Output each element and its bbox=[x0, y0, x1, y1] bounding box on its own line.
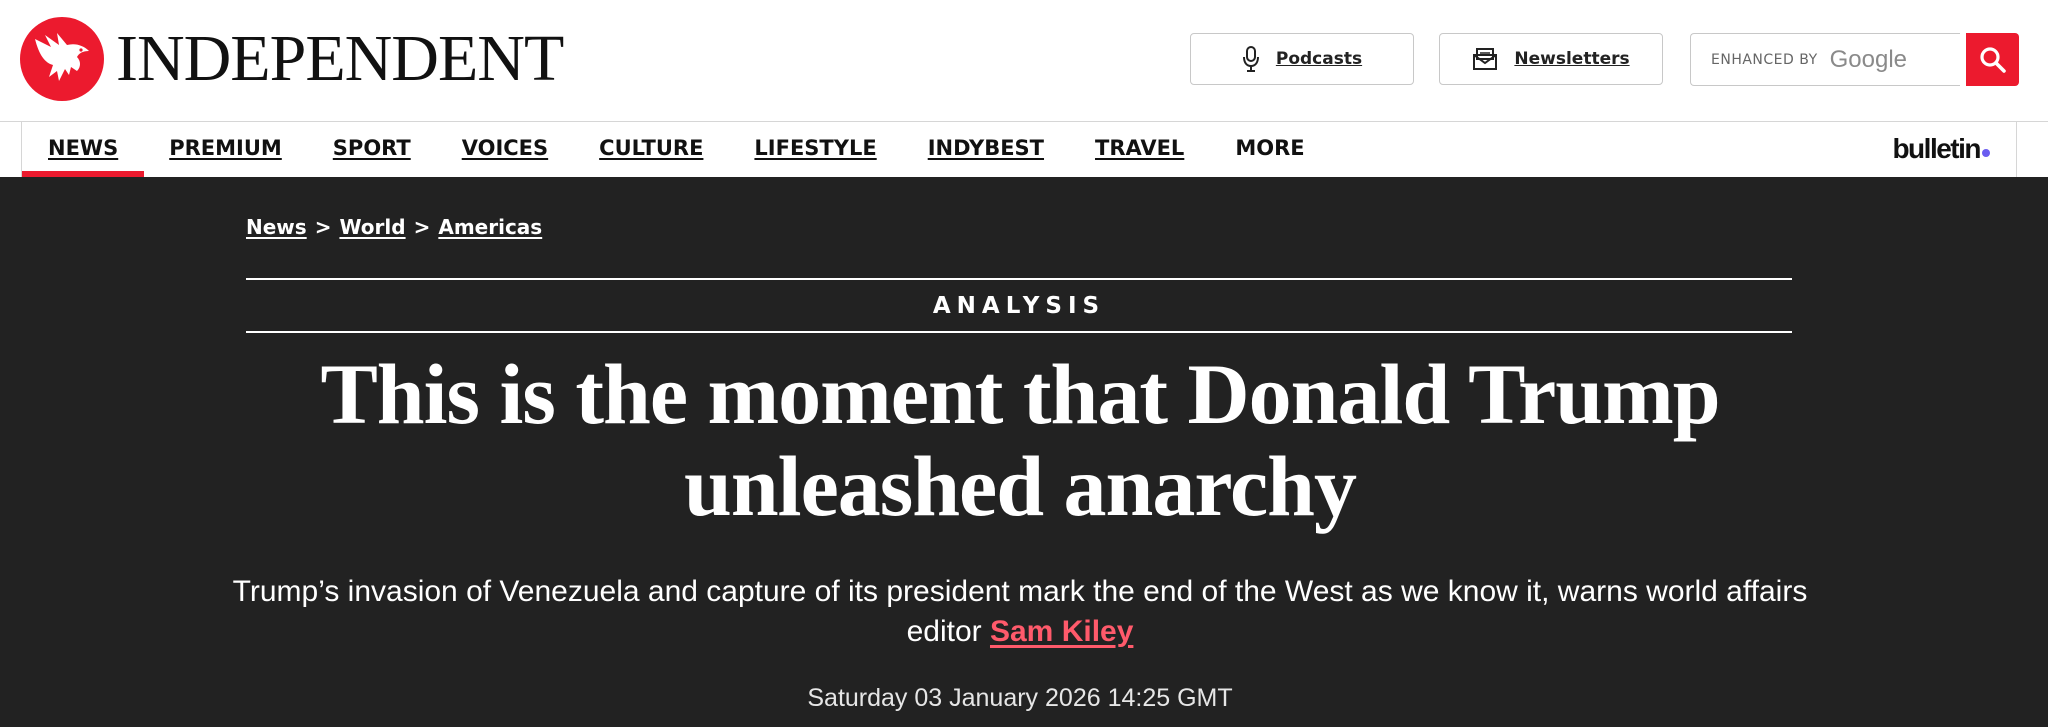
site-header: INDEPENDENT Podcasts Newsletters ENHANCE… bbox=[0, 0, 2048, 121]
bulletin-dot bbox=[1982, 149, 1990, 157]
newsletters-button[interactable]: Newsletters bbox=[1439, 33, 1663, 85]
main-nav: NEWS PREMIUM SPORT VOICES CULTURE LIFEST… bbox=[0, 121, 2048, 177]
breadcrumb-news[interactable]: News bbox=[246, 215, 307, 239]
author-link[interactable]: Sam Kiley bbox=[990, 615, 1133, 648]
article-standfirst: Trump’s invasion of Venezuela and captur… bbox=[220, 572, 1820, 652]
breadcrumb-americas[interactable]: Americas bbox=[438, 215, 542, 239]
eagle-icon bbox=[35, 33, 89, 81]
nav-item-sport[interactable]: SPORT bbox=[333, 122, 411, 177]
site-wordmark[interactable]: INDEPENDENT bbox=[116, 23, 564, 95]
nav-item-premium[interactable]: PREMIUM bbox=[169, 122, 282, 177]
bulletin-label: bulletin bbox=[1892, 133, 1981, 164]
nav-item-more[interactable]: MORE bbox=[1235, 122, 1304, 177]
nav-item-news[interactable]: NEWS bbox=[21, 122, 145, 177]
podcasts-label: Podcasts bbox=[1275, 49, 1363, 69]
kicker-divider-top bbox=[246, 278, 1792, 280]
breadcrumb-world[interactable]: World bbox=[339, 215, 405, 239]
podcasts-button[interactable]: Podcasts bbox=[1190, 33, 1414, 85]
nav-item-culture[interactable]: CULTURE bbox=[599, 122, 703, 177]
article-headline: This is the moment that Donald Trump unl… bbox=[220, 348, 1820, 532]
main-nav-inner: NEWS PREMIUM SPORT VOICES CULTURE LIFEST… bbox=[21, 122, 2017, 177]
headline-line-2: unleashed anarchy bbox=[684, 438, 1357, 534]
nav-item-indybest[interactable]: INDYBEST bbox=[928, 122, 1044, 177]
headline-line-1: This is the moment that Donald Trump bbox=[320, 346, 1720, 442]
envelope-icon bbox=[1473, 48, 1498, 70]
nav-item-lifestyle[interactable]: LIFESTYLE bbox=[754, 122, 876, 177]
article-kicker: ANALYSIS bbox=[932, 293, 1106, 319]
microphone-icon bbox=[1242, 46, 1259, 72]
bulletin-link[interactable]: bulletin bbox=[1892, 132, 1990, 166]
nav-items: NEWS PREMIUM SPORT VOICES CULTURE LIFEST… bbox=[21, 122, 1305, 177]
newsletters-label: Newsletters bbox=[1514, 49, 1630, 69]
eagle-logo[interactable] bbox=[20, 17, 104, 101]
search-input[interactable]: ENHANCED BY Google bbox=[1690, 33, 1960, 86]
search-icon bbox=[1979, 46, 2006, 73]
article-date: Saturday 03 January 2026 14:25 GMT bbox=[807, 684, 1233, 712]
nav-item-voices[interactable]: VOICES bbox=[462, 122, 548, 177]
search-button[interactable] bbox=[1966, 33, 2019, 86]
nav-item-travel[interactable]: TRAVEL bbox=[1095, 122, 1184, 177]
breadcrumb-separator: > bbox=[413, 215, 431, 239]
search-provider: Google bbox=[1829, 45, 1908, 73]
breadcrumb: News > World > Americas bbox=[246, 212, 542, 242]
kicker-divider-bottom bbox=[246, 331, 1792, 333]
breadcrumb-separator: > bbox=[314, 215, 332, 239]
search-enhanced-by: ENHANCED BY bbox=[1711, 51, 1818, 68]
